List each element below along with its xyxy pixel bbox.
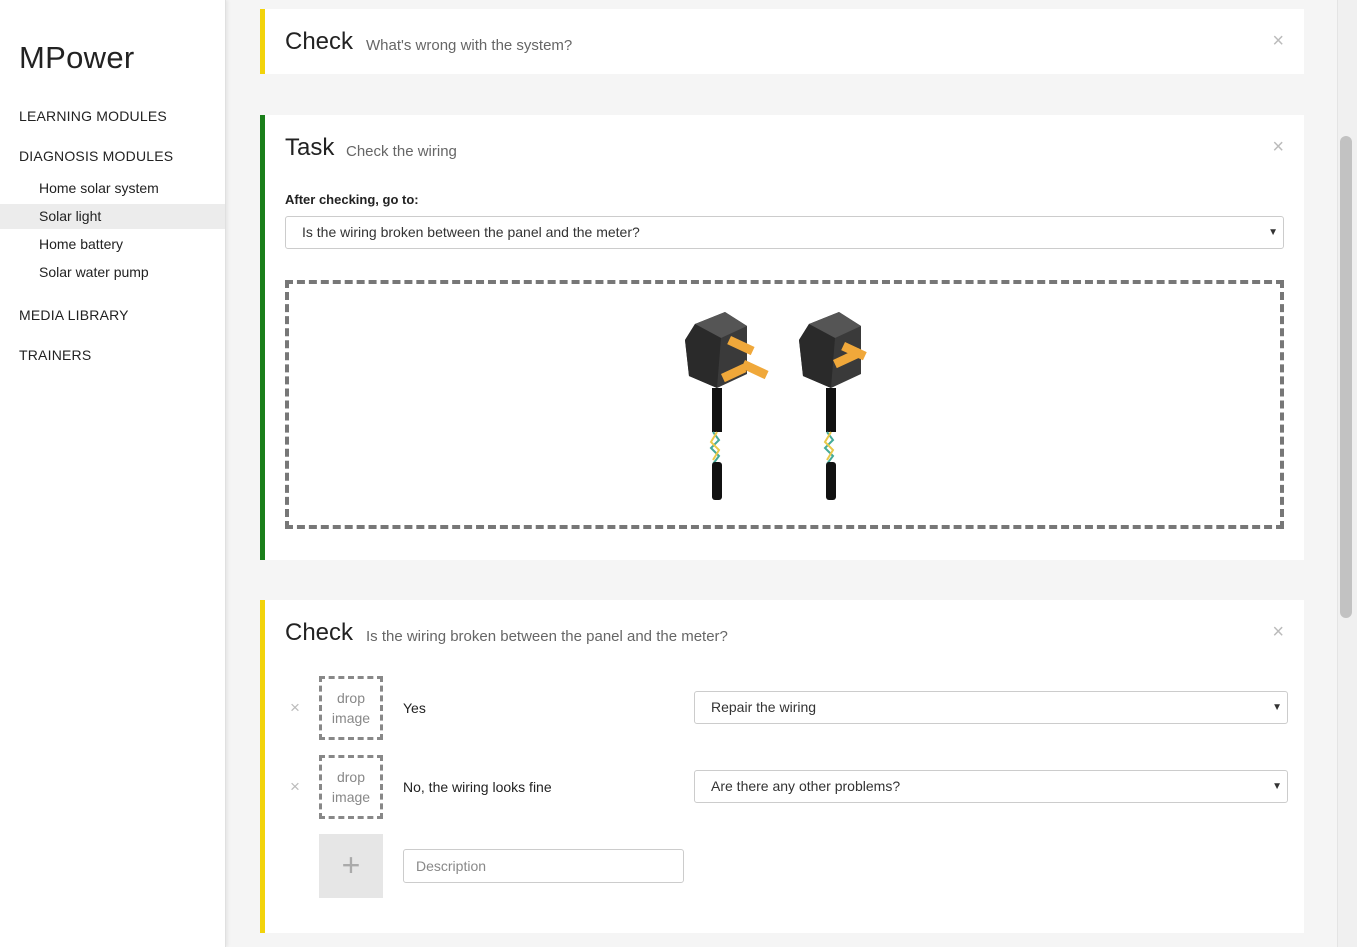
card-title: Task bbox=[285, 134, 335, 161]
check-card-system: Check What's wrong with the system? × bbox=[260, 9, 1304, 74]
option-next-value: Repair the wiring bbox=[711, 699, 817, 715]
plug-right bbox=[799, 312, 867, 500]
nav-learning-modules[interactable]: LEARNING MODULES bbox=[19, 108, 167, 124]
drop-label: image bbox=[331, 789, 371, 805]
option-image-dropzone[interactable]: drop image bbox=[319, 676, 383, 740]
sidebar: MPower LEARNING MODULES DIAGNOSIS MODULE… bbox=[0, 0, 226, 947]
close-icon[interactable]: × bbox=[1272, 137, 1284, 157]
description-input[interactable]: Description bbox=[403, 849, 684, 883]
image-dropzone[interactable] bbox=[285, 280, 1284, 529]
chevron-down-icon: ▼ bbox=[1272, 702, 1282, 713]
brand-title: MPower bbox=[19, 40, 135, 75]
drop-label: drop bbox=[336, 769, 366, 785]
option-next-value: Are there any other problems? bbox=[711, 778, 901, 794]
goto-select[interactable]: Is the wiring broken between the panel a… bbox=[285, 216, 1284, 249]
nav-diagnosis-modules[interactable]: DIAGNOSIS MODULES bbox=[19, 148, 173, 164]
nav-media-library[interactable]: MEDIA LIBRARY bbox=[19, 307, 129, 323]
card-subtitle[interactable]: What's wrong with the system? bbox=[366, 37, 572, 54]
goto-select-value: Is the wiring broken between the panel a… bbox=[302, 224, 640, 240]
plug-left bbox=[685, 312, 769, 500]
drop-label: drop bbox=[336, 690, 366, 706]
broken-plugs-image bbox=[685, 312, 867, 500]
chevron-down-icon: ▼ bbox=[1268, 227, 1278, 238]
task-card-wiring: Task Check the wiring × After checking, … bbox=[260, 115, 1304, 560]
card-title: Check bbox=[285, 28, 354, 55]
close-icon[interactable]: × bbox=[1272, 31, 1284, 51]
option-next-select[interactable]: Repair the wiring ▼ bbox=[694, 691, 1288, 724]
chevron-down-icon: ▼ bbox=[1272, 781, 1282, 792]
plus-icon: + bbox=[341, 847, 361, 883]
nav-item-solar-water-pump[interactable]: Solar water pump bbox=[0, 260, 225, 285]
scrollbar-thumb[interactable] bbox=[1340, 136, 1352, 618]
option-image-dropzone[interactable]: drop image bbox=[319, 755, 383, 819]
remove-option-icon[interactable]: × bbox=[290, 698, 300, 718]
nav-item-solar-light[interactable]: Solar light bbox=[0, 204, 225, 229]
nav-trainers[interactable]: TRAINERS bbox=[19, 347, 91, 363]
remove-option-icon[interactable]: × bbox=[290, 777, 300, 797]
goto-label: After checking, go to: bbox=[285, 192, 419, 207]
option-answer[interactable]: Yes bbox=[403, 700, 426, 716]
card-title: Check bbox=[285, 619, 354, 646]
add-option-button[interactable]: + bbox=[319, 834, 383, 898]
check-card-wiring: Check Is the wiring broken between the p… bbox=[260, 600, 1304, 933]
nav-item-home-battery[interactable]: Home battery bbox=[0, 232, 225, 257]
option-next-select[interactable]: Are there any other problems? ▼ bbox=[694, 770, 1288, 803]
card-subtitle[interactable]: Is the wiring broken between the panel a… bbox=[366, 628, 728, 645]
card-subtitle[interactable]: Check the wiring bbox=[346, 143, 457, 160]
nav-item-home-solar-system[interactable]: Home solar system bbox=[0, 176, 225, 201]
close-icon[interactable]: × bbox=[1272, 622, 1284, 642]
drop-label: image bbox=[331, 710, 371, 726]
option-answer[interactable]: No, the wiring looks fine bbox=[403, 779, 552, 795]
